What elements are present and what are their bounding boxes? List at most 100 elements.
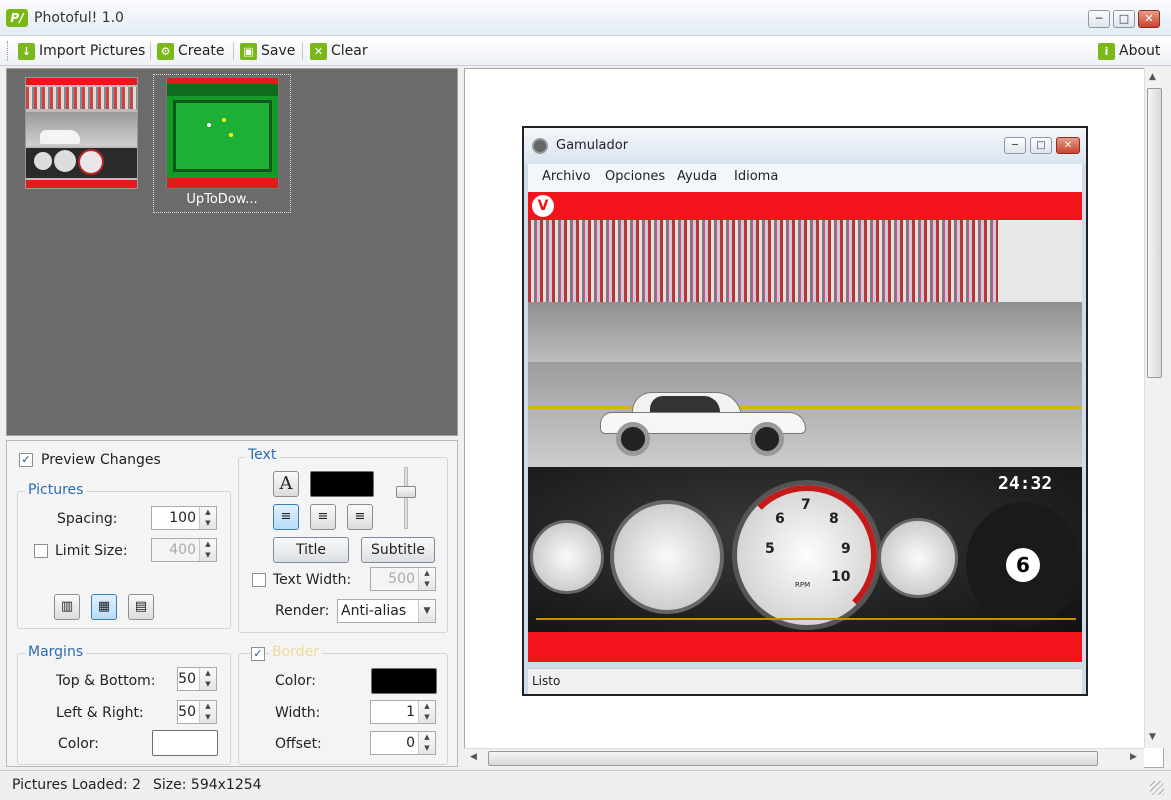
gear-indicator: 6 <box>1006 548 1040 582</box>
preview-changes-checkbox[interactable]: ✓ <box>19 453 33 467</box>
save-icon: ▣ <box>240 42 257 60</box>
subtitle-button[interactable]: Subtitle <box>361 537 435 563</box>
small-gauge-left <box>530 520 604 594</box>
size-status: Size: 594x1254 <box>153 777 262 793</box>
clear-icon: ✕ <box>310 42 327 60</box>
render-select[interactable]: Anti-alias ▼ <box>337 599 436 623</box>
top-bottom-spinner[interactable]: 50 ▲ ▼ <box>177 667 217 691</box>
small-gauge-right <box>878 518 958 598</box>
toolbar-separator <box>302 42 303 60</box>
preview-menu-archivo: Archivo <box>542 169 591 184</box>
spinner-arrows-icon[interactable]: ▲ ▼ <box>418 701 435 723</box>
spacing-spinner[interactable]: 100 ▲ ▼ <box>151 506 217 530</box>
scroll-up-icon[interactable]: ▲ <box>1149 72 1156 82</box>
vertical-scrollbar[interactable]: ▲ ▼ <box>1144 68 1164 748</box>
clear-button[interactable]: ✕ Clear <box>310 40 368 62</box>
minimize-button[interactable]: ─ <box>1088 10 1110 28</box>
clear-label: Clear <box>331 43 368 59</box>
resize-grip-icon[interactable] <box>1150 781 1164 795</box>
toolbar-grip[interactable] <box>7 41 10 61</box>
preview-window-titlebar: Gamulador ─ □ ✕ <box>524 128 1086 164</box>
scroll-right-icon[interactable]: ▶ <box>1130 752 1137 762</box>
border-width-value: 1 <box>406 704 415 720</box>
scroll-down-icon[interactable]: ▼ <box>1149 732 1156 742</box>
font-button[interactable]: A <box>273 471 299 497</box>
left-right-label: Left & Right: <box>56 705 144 721</box>
chevron-down-icon[interactable]: ▼ <box>418 600 435 622</box>
window-title: Photoful! 1.0 <box>34 10 124 26</box>
border-offset-spinner[interactable]: 0 ▲ ▼ <box>370 731 436 755</box>
scroll-left-icon[interactable]: ◀ <box>470 752 477 762</box>
border-checkbox[interactable]: ✓ <box>251 647 265 661</box>
import-pictures-button[interactable]: ↓ Import Pictures <box>18 40 145 62</box>
thumbnails-panel[interactable]: UpToDow... <box>6 68 458 436</box>
border-color-label: Color: <box>275 673 317 689</box>
top-bottom-label: Top & Bottom: <box>56 673 156 689</box>
border-group-label: Border <box>269 644 322 660</box>
rpm-gauge: 5 6 7 8 9 10 RPM <box>732 480 882 630</box>
rpm-tick-9: 9 <box>841 541 851 557</box>
align-center-text-icon[interactable]: ≡ <box>310 504 336 530</box>
border-offset-value: 0 <box>406 735 415 751</box>
spinner-arrows-icon[interactable]: ▲ ▼ <box>199 539 216 561</box>
import-pictures-label: Import Pictures <box>39 43 146 59</box>
status-bar: Pictures Loaded: 2 Size: 594x1254 <box>0 770 1171 800</box>
gear-icon: ⚙ <box>157 42 174 60</box>
about-label: About <box>1119 43 1161 59</box>
text-color-swatch[interactable] <box>310 471 374 497</box>
maximize-button[interactable]: □ <box>1113 10 1135 28</box>
text-size-slider-thumb[interactable] <box>396 486 416 498</box>
app-logo-icon: P/ <box>6 9 28 27</box>
align-bottom-icon[interactable]: ▤ <box>128 594 154 620</box>
spinner-arrows-icon[interactable]: ▲ ▼ <box>418 732 435 754</box>
preview-menu-opciones: Opciones <box>605 169 666 184</box>
scene-top-banner <box>528 192 1082 220</box>
thumbnail-1[interactable] <box>25 77 138 189</box>
border-width-spinner[interactable]: 1 ▲ ▼ <box>370 700 436 724</box>
spinner-arrows-icon[interactable]: ▲ ▼ <box>199 701 216 723</box>
rpm-tick-7: 7 <box>801 497 811 513</box>
title-button[interactable]: Title <box>273 537 349 563</box>
preview-status-bar: Listo <box>528 668 1082 694</box>
align-top-icon[interactable]: ▥ <box>54 594 80 620</box>
text-width-spinner[interactable]: 500 ▲ ▼ <box>370 567 436 591</box>
margin-color-label: Color: <box>58 736 100 752</box>
limit-size-label: Limit Size: <box>55 543 128 559</box>
rpm-label: RPM <box>795 581 811 589</box>
border-width-label: Width: <box>275 705 321 721</box>
spacing-value: 100 <box>169 510 196 526</box>
save-button[interactable]: ▣ Save <box>240 40 295 62</box>
border-color-swatch[interactable] <box>371 668 437 694</box>
align-right-icon[interactable]: ≡ <box>347 504 373 530</box>
spinner-arrows-icon[interactable]: ▲ ▼ <box>418 568 435 590</box>
about-button[interactable]: i About <box>1098 40 1160 62</box>
scene-bottom-banner <box>528 632 1082 662</box>
align-left-icon[interactable]: ≡ <box>273 504 299 530</box>
limit-size-checkbox[interactable] <box>34 544 48 558</box>
thumbnail-2-selected[interactable]: UpToDow... <box>153 74 291 213</box>
pictures-group-label: Pictures <box>25 482 87 498</box>
spinner-arrows-icon[interactable]: ▲ ▼ <box>199 668 216 690</box>
v-logo-icon: V <box>532 195 554 217</box>
margin-color-swatch[interactable] <box>152 730 218 756</box>
scene-sky <box>998 220 1082 302</box>
top-bottom-value: 50 <box>178 671 196 687</box>
text-width-checkbox[interactable] <box>252 573 266 587</box>
spinner-arrows-icon[interactable]: ▲ ▼ <box>199 507 216 529</box>
text-size-slider-track[interactable] <box>404 467 408 529</box>
thumbnail-label: UpToDow... <box>186 192 258 207</box>
align-center-icon[interactable]: ▦ <box>91 594 117 620</box>
create-button[interactable]: ⚙ Create <box>157 40 225 62</box>
preview-window-title: Gamulador <box>556 138 629 153</box>
vertical-scroll-thumb[interactable] <box>1147 88 1162 378</box>
close-button[interactable]: ✕ <box>1138 10 1160 28</box>
left-right-spinner[interactable]: 50 ▲ ▼ <box>177 700 217 724</box>
spacing-label: Spacing: <box>57 511 118 527</box>
limit-size-spinner[interactable]: 400 ▲ ▼ <box>151 538 217 562</box>
preview-status-text: Listo <box>532 674 561 688</box>
pictures-loaded-status: Pictures Loaded: 2 <box>12 777 142 793</box>
horizontal-scrollbar[interactable]: ◀ ▶ <box>464 748 1144 768</box>
preview-menu-ayuda: Ayuda <box>677 169 718 184</box>
race-timer: 24:32 <box>998 473 1053 494</box>
horizontal-scroll-thumb[interactable] <box>488 751 1098 766</box>
